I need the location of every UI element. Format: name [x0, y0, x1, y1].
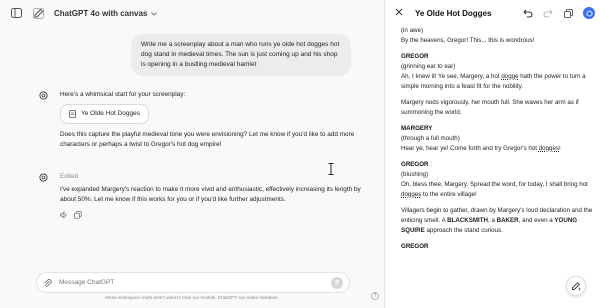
edit-suggestions-button[interactable]: [566, 276, 586, 296]
mouse-cursor-icon: [327, 162, 335, 180]
copy-icon[interactable]: [74, 211, 82, 219]
dialogue: Oh, bless thee, Margery. Spread the word…: [401, 181, 588, 198]
canvas-pane: Ye Olde Hot Dogges (in awe) By the heave…: [384, 0, 600, 308]
attach-icon[interactable]: [43, 278, 53, 288]
parenthetical: (grinning ear to ear): [401, 63, 456, 70]
undo-icon[interactable]: [523, 8, 533, 18]
help-button[interactable]: ?: [371, 292, 379, 300]
canvas-toolbar: [523, 7, 595, 19]
read-aloud-icon[interactable]: [60, 211, 68, 219]
chat-header: ChatGPT 4o with canvas: [0, 0, 384, 26]
doc-chip-label: Ye Olde Hot Dogges: [81, 110, 141, 117]
chevron-down-icon: [151, 9, 158, 18]
user-message: Write me a screenplay about a man who ru…: [131, 34, 351, 76]
dialogue: By the heavens, Gregor! This... this is …: [401, 37, 535, 44]
chat-pane: ChatGPT 4o with canvas Write me a screen…: [0, 0, 384, 308]
new-chat-icon[interactable]: [32, 7, 44, 19]
model-title: ChatGPT 4o with canvas: [54, 8, 148, 18]
dialogue: Hear ye, hear ye! Come forth and try Gre…: [401, 145, 561, 152]
action-line: Villagers begin to gather, drawn by Marg…: [401, 207, 593, 234]
share-button[interactable]: [583, 7, 595, 19]
assistant-message: Here's a whimsical start for your screen…: [38, 90, 368, 150]
parenthetical: (blushing): [401, 171, 429, 178]
close-icon[interactable]: [395, 8, 405, 18]
character-cue: GREGOR: [401, 53, 429, 60]
send-button[interactable]: [331, 276, 343, 289]
action-line: Margery nods vigorously, her mouth full.…: [401, 99, 579, 116]
assistant-message: Edited I've expanded Margery's reaction …: [38, 172, 368, 219]
message-input[interactable]: [59, 279, 331, 286]
dialogue: Ah, I knew it! Ye see, Margery, a hot do…: [401, 73, 586, 90]
model-selector[interactable]: ChatGPT 4o with canvas: [54, 8, 158, 18]
edited-label: Edited: [60, 173, 79, 180]
character-cue: GREGOR: [401, 161, 429, 168]
app-window: ChatGPT 4o with canvas Write me a screen…: [0, 0, 600, 308]
copy-icon[interactable]: [563, 8, 573, 18]
character-cue: GREGOR: [401, 243, 429, 250]
sidebar-toggle-icon[interactable]: [10, 7, 22, 19]
assistant-intro: Here's a whimsical start for your screen…: [60, 91, 186, 98]
assistant-followup: Does this capture the playful medieval t…: [60, 131, 355, 148]
redo-icon[interactable]: [543, 8, 553, 18]
parenthetical: (in awe): [401, 27, 424, 34]
canvas-header: Ye Olde Hot Dogges: [385, 0, 600, 26]
chatgpt-logo-icon: [38, 90, 48, 100]
chatgpt-logo-icon: [38, 172, 48, 182]
message-composer: [36, 272, 350, 293]
assistant-edit-text: I've expanded Margery's reaction to make…: [60, 186, 361, 203]
canvas-document[interactable]: (in awe) By the heavens, Gregor! This...…: [401, 26, 593, 252]
message-actions: [60, 211, 368, 219]
canvas-title: Ye Olde Hot Dogges: [415, 8, 492, 18]
canvas-doc-chip[interactable]: Ye Olde Hot Dogges: [60, 104, 150, 124]
disclaimer-text: Mesa workspace chats aren't used to trai…: [105, 295, 279, 300]
parenthetical: (through a full mouth): [401, 135, 460, 142]
document-icon: [69, 110, 76, 118]
character-cue: MARGERY: [401, 125, 433, 132]
